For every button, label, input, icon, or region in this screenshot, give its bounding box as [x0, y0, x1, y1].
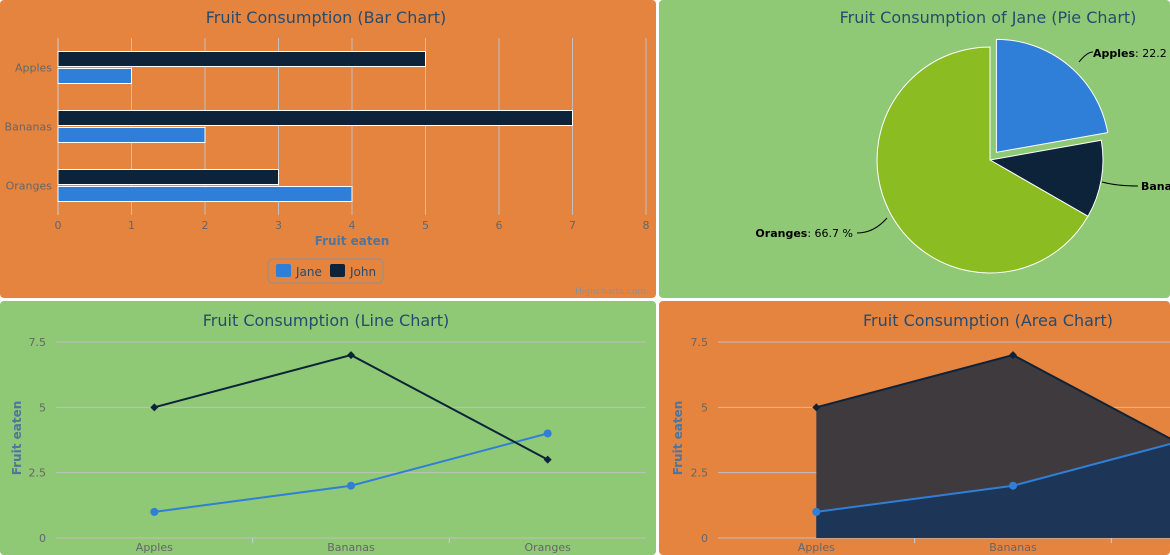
- pie-label-apples: Apples: 22.2 %: [1078, 47, 1170, 63]
- bar-chart-x-axis-title: Fruit eaten: [315, 234, 390, 248]
- credits-link[interactable]: Highcharts.com: [575, 287, 646, 297]
- bar-x-tick-0: 0: [55, 219, 62, 232]
- pie-label-bananas-name: Bananas: [1141, 180, 1170, 193]
- bar-category-label-bananas: Bananas: [5, 121, 53, 134]
- area-y-tick-5: 5: [701, 401, 708, 414]
- pie-label-bananas-text: Bananas: [1141, 180, 1170, 193]
- bar-chart-title: Fruit Consumption (Bar Chart): [206, 8, 447, 27]
- line-chart-title: Fruit Consumption (Line Chart): [203, 311, 450, 330]
- legend-swatch-john: [330, 264, 345, 277]
- pie-chart-svg: Fruit Consumption of Jane (Pie Chart) Ap…: [659, 0, 1170, 298]
- legend-item-john[interactable]: John: [330, 264, 376, 279]
- line-point-jane-bananas[interactable]: [347, 481, 355, 490]
- bar-john-apples[interactable]: [57, 51, 426, 67]
- bar-john-bananas[interactable]: [57, 110, 573, 126]
- area-chart-title: Fruit Consumption (Area Chart): [863, 311, 1113, 330]
- line-point-jane-apples[interactable]: [150, 507, 159, 516]
- line-chart-y-axis-title: Fruit eaten: [10, 401, 24, 476]
- area-point-jane-bananas[interactable]: [1009, 481, 1017, 490]
- pie-label-apples-text: Apples: 22.2 %: [1093, 47, 1170, 60]
- area-y-tick-2-5: 2.5: [691, 467, 709, 480]
- bar-jane-apples[interactable]: [57, 68, 132, 84]
- line-category-label-apples: Apples: [136, 541, 173, 554]
- bar-x-tick-4: 4: [349, 219, 356, 232]
- line-y-tick-2-5: 2.5: [29, 467, 47, 480]
- legend-swatch-jane: [276, 264, 291, 277]
- pie-label-apples-value: : 22.2 %: [1135, 47, 1170, 60]
- bar-x-tick-3: 3: [275, 219, 282, 232]
- area-y-tick-7-5: 7.5: [691, 336, 709, 349]
- area-y-tick-0: 0: [701, 532, 708, 545]
- pie-label-oranges-value: : 66.7 %: [807, 227, 853, 240]
- line-category-label-oranges: Oranges: [524, 541, 571, 554]
- line-chart-panel: Fruit Consumption (Line Chart) Fruit eat…: [0, 301, 656, 555]
- bar-x-tick-2: 2: [202, 219, 209, 232]
- pie-chart-title: Fruit Consumption of Jane (Pie Chart): [840, 8, 1137, 27]
- legend-label-jane: Jane: [295, 265, 322, 279]
- bar-x-tick-8: 8: [643, 219, 650, 232]
- pie-label-oranges-name: Oranges: [755, 227, 807, 240]
- line-y-tick-7-5: 7.5: [29, 336, 47, 349]
- bar-x-tick-7: 7: [569, 219, 576, 232]
- area-chart-y-axis-title: Fruit eaten: [671, 401, 685, 476]
- pie-label-oranges-text: Oranges: 66.7 %: [755, 227, 853, 240]
- bar-john-oranges[interactable]: [57, 169, 279, 185]
- line-category-label-bananas: Bananas: [327, 541, 375, 554]
- line-y-tick-5: 5: [39, 401, 46, 414]
- bar-x-tick-6: 6: [496, 219, 503, 232]
- bar-category-label-apples: Apples: [15, 62, 52, 75]
- bar-chart-background: [0, 0, 656, 298]
- area-category-label-apples: Apples: [798, 541, 835, 554]
- bar-x-tick-1: 1: [128, 219, 135, 232]
- bar-chart-panel: Fruit Consumption (Bar Chart) 012345678 …: [0, 0, 656, 298]
- area-chart-svg: Fruit Consumption (Area Chart) Fruit eat…: [659, 301, 1170, 555]
- bar-x-tick-5: 5: [422, 219, 429, 232]
- legend-item-jane[interactable]: Jane: [276, 264, 322, 279]
- bar-jane-oranges[interactable]: [57, 186, 353, 202]
- bar-jane-bananas[interactable]: [57, 127, 206, 143]
- bar-category-label-oranges: Oranges: [6, 180, 53, 193]
- pie-chart-panel: Fruit Consumption of Jane (Pie Chart) Ap…: [659, 0, 1170, 298]
- line-chart-svg: Fruit Consumption (Line Chart) Fruit eat…: [0, 301, 656, 555]
- area-category-label-bananas: Bananas: [989, 541, 1037, 554]
- line-y-tick-0: 0: [39, 532, 46, 545]
- pie-label-apples-name: Apples: [1093, 47, 1135, 60]
- legend-label-john: John: [349, 265, 376, 279]
- area-chart-panel: Fruit Consumption (Area Chart) Fruit eat…: [659, 301, 1170, 555]
- bar-chart-svg: Fruit Consumption (Bar Chart) 012345678 …: [0, 0, 656, 298]
- line-point-jane-oranges[interactable]: [543, 429, 552, 438]
- line-chart-background: [0, 301, 656, 555]
- area-point-jane-apples[interactable]: [812, 507, 821, 516]
